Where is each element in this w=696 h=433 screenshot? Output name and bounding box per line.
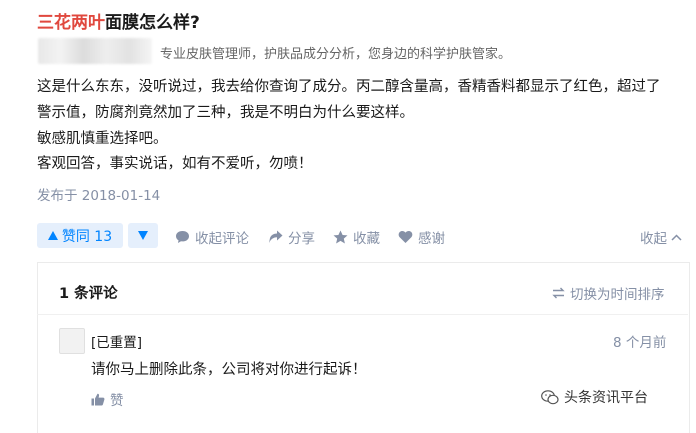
favorite-label: 收藏 — [353, 231, 380, 247]
comment-like-label: 赞 — [110, 393, 124, 409]
upvote-label: 赞同 13 — [61, 228, 113, 245]
triangle-down-icon — [138, 231, 148, 240]
sort-toggle-button[interactable]: 切换为时间排序 — [552, 283, 665, 303]
answer-line-3: 敏感肌慎重选择吧。 — [37, 131, 168, 147]
chevron-up-icon — [671, 233, 682, 241]
share-icon — [268, 230, 283, 244]
question-title-highlight: 三花两叶 — [37, 13, 105, 33]
answer-line-2: 警示值，防腐剂竟然加了三种，我是不明白为什么要这样。 — [37, 105, 414, 121]
share-label: 分享 — [288, 231, 315, 247]
star-icon — [333, 230, 348, 244]
share-button[interactable]: 分享 — [268, 227, 315, 247]
comment-icon — [175, 230, 190, 244]
thumbs-up-icon — [91, 393, 105, 406]
collapse-label: 收起 — [640, 231, 667, 247]
thanks-label: 感谢 — [418, 231, 445, 247]
answer-line-1: 这是什么东东，没听说过，我去给你查询了成分。丙二醇含量高，香精香料都显示了红色，… — [37, 79, 661, 95]
collapse-answer-button[interactable]: 收起 — [640, 227, 682, 247]
comment-action-label: 收起评论 — [195, 231, 249, 247]
comment-author-name[interactable]: [已重置] — [91, 331, 142, 351]
sort-toggle-label: 切换为时间排序 — [570, 287, 665, 303]
collapse-comments-button[interactable]: 收起评论 — [175, 227, 249, 247]
triangle-up-icon — [47, 231, 58, 240]
comment-time: 8 个月前 — [613, 335, 667, 351]
answer-line-4: 客观回答，事实说话，如有不爱听，勿喷！ — [37, 156, 313, 172]
author-name-blurred[interactable] — [38, 38, 152, 64]
question-title-rest: 面膜怎么样? — [105, 13, 200, 33]
watermark-text: 头条资讯平台 — [564, 390, 648, 406]
comments-count: 1 条评论 — [59, 286, 118, 302]
comment-content: 请你马上删除此条，公司将对你进行起诉！ — [91, 362, 367, 378]
publish-date[interactable]: 发布于 2018-01-14 — [37, 184, 160, 204]
heart-icon — [398, 230, 413, 244]
downvote-button[interactable] — [128, 223, 158, 248]
wechat-icon — [541, 389, 559, 405]
switch-arrows-icon — [552, 287, 565, 299]
thanks-button[interactable]: 感谢 — [398, 227, 445, 247]
author-bio: 专业皮肤管理师，护肤品成分分析，您身边的科学护肤管家。 — [160, 47, 512, 62]
favorite-button[interactable]: 收藏 — [333, 227, 380, 247]
upvote-button[interactable]: 赞同 13 — [37, 223, 123, 248]
comment-like-button[interactable]: 赞 — [91, 389, 124, 409]
question-title[interactable]: 三花两叶面膜怎么样? — [37, 8, 200, 33]
watermark: 头条资讯平台 — [541, 387, 648, 407]
comment-author-avatar[interactable] — [59, 328, 85, 354]
